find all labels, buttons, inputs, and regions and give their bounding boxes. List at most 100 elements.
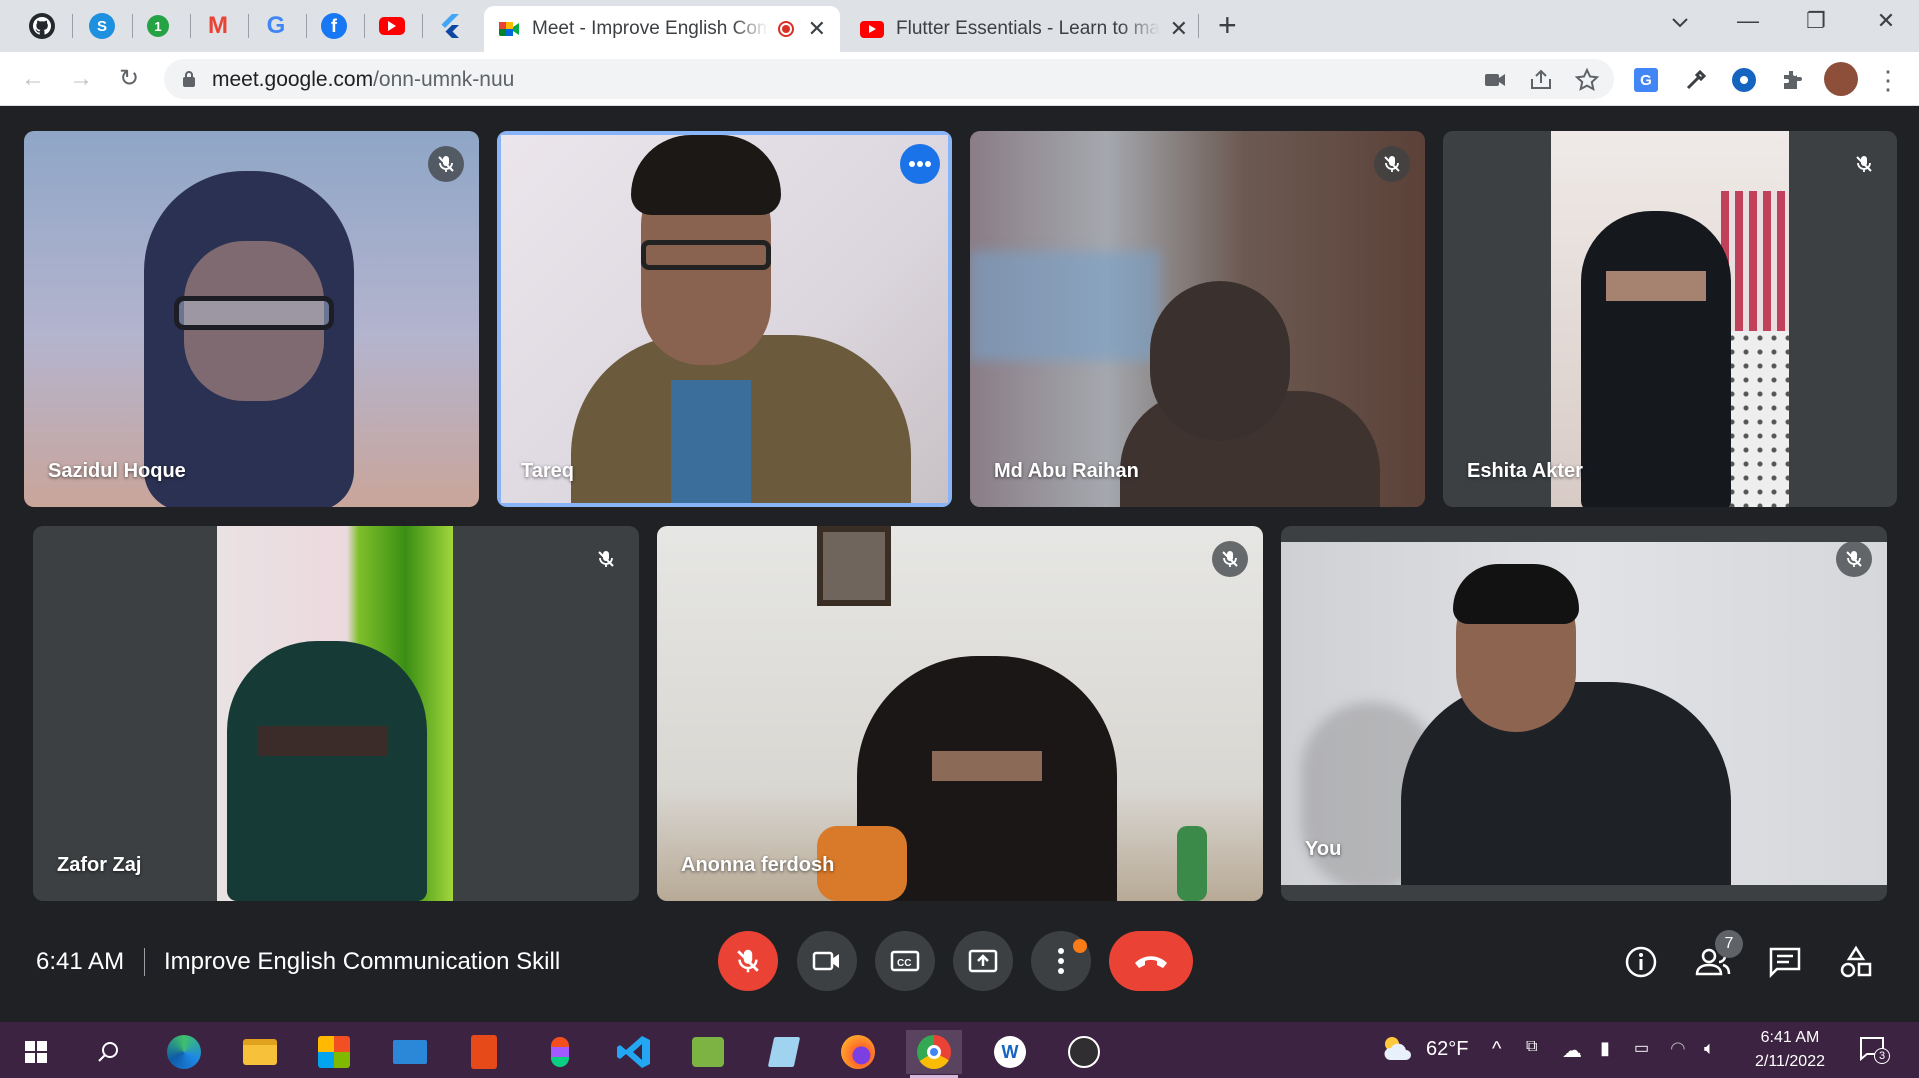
taskbar-word-app[interactable]: W	[982, 1030, 1038, 1074]
people-button[interactable]: 7	[1693, 930, 1743, 982]
present-to-all-icon	[968, 949, 998, 973]
notepad-icon	[767, 1037, 801, 1067]
share-icon[interactable]	[1528, 67, 1554, 93]
captions-button[interactable]: CC	[875, 931, 935, 991]
microphone-toggle-button[interactable]	[718, 931, 778, 991]
participant-tile-sazidul[interactable]: Sazidul Hoque	[24, 131, 479, 507]
tab-meet[interactable]: Meet - Improve English Communication Ski…	[484, 6, 840, 52]
svg-text:CC: CC	[897, 958, 911, 969]
taskbar-edge[interactable]	[156, 1030, 212, 1074]
video-feed	[1281, 542, 1887, 885]
microphone-in-use-icon[interactable]: ▮	[1600, 1038, 1610, 1059]
participant-tile-you[interactable]: You	[1281, 526, 1887, 901]
taskbar-firefox[interactable]	[830, 1030, 886, 1074]
weather-temperature[interactable]: 62°F	[1426, 1038, 1468, 1061]
participant-tile-md-abu-raihan[interactable]: Md Abu Raihan	[970, 131, 1425, 507]
taskbar-clock[interactable]: 6:41 AM 2/11/2022	[1730, 1026, 1850, 1074]
recording-indicator-icon	[777, 21, 794, 37]
pinned-tab-google[interactable]: G	[248, 8, 304, 44]
people-count-badge: 7	[1715, 930, 1743, 958]
pinned-tab-github[interactable]	[14, 8, 70, 44]
taskbar-office[interactable]	[456, 1030, 512, 1074]
volume-icon[interactable]: 🔈︎	[1704, 1038, 1715, 1059]
pinned-tab-gmail[interactable]: M	[190, 8, 246, 44]
pinned-tab-flutter[interactable]	[422, 8, 478, 44]
onedrive-cloud-icon[interactable]: ☁	[1562, 1038, 1582, 1063]
taskbar-chrome[interactable]	[906, 1030, 962, 1078]
activities-button[interactable]	[1836, 942, 1876, 982]
pinned-tab-facebook[interactable]: f	[306, 8, 362, 44]
pinned-tab-skype[interactable]: S	[74, 8, 130, 44]
pinned-tab-youtube[interactable]	[364, 8, 420, 44]
taskbar-file-explorer[interactable]	[232, 1030, 288, 1074]
url-host: meet.google.com	[212, 68, 374, 91]
forward-button[interactable]: →	[64, 62, 98, 96]
show-hidden-icons-chevron-icon[interactable]: ^	[1492, 1038, 1501, 1061]
leave-call-button[interactable]	[1109, 931, 1193, 991]
divider	[144, 948, 145, 976]
participant-name: Md Abu Raihan	[994, 460, 1139, 482]
bookmark-star-icon[interactable]	[1574, 67, 1600, 93]
color-picker-icon[interactable]	[1682, 66, 1710, 94]
new-tab-button[interactable]: +	[1218, 8, 1237, 42]
more-options-button[interactable]	[1031, 931, 1091, 991]
participant-name: You	[1305, 838, 1342, 860]
window-close-button[interactable]: ✕	[1866, 8, 1906, 34]
browser-tabstrip: S 1 M G f Meet - Improve English Communi…	[0, 0, 1919, 52]
mic-off-icon	[1374, 146, 1410, 182]
github-icon	[29, 13, 55, 39]
reload-button[interactable]: ↻	[112, 62, 146, 96]
more-options-icon[interactable]	[900, 144, 940, 184]
close-icon[interactable]: ✕	[1170, 16, 1188, 42]
present-screen-button[interactable]	[953, 931, 1013, 991]
back-button[interactable]: ←	[16, 62, 50, 96]
mail-icon	[393, 1040, 427, 1064]
lock-icon	[183, 71, 195, 87]
notification-center-icon[interactable]: 3	[1858, 1034, 1890, 1070]
extensions-puzzle-icon[interactable]	[1778, 66, 1806, 94]
menu-kebab-icon[interactable]: ⋮	[1874, 65, 1902, 95]
meet-now-icon[interactable]: ⧉	[1526, 1038, 1537, 1056]
taskbar-figma[interactable]	[532, 1030, 588, 1074]
tab-flutter-essentials[interactable]: Flutter Essentials - Learn to make ✕	[846, 6, 1202, 52]
meeting-details-button[interactable]	[1621, 942, 1661, 982]
taskbar-obs[interactable]	[1056, 1030, 1112, 1074]
participant-tile-anonna-ferdosh[interactable]: Anonna ferdosh	[657, 526, 1263, 901]
wifi-icon[interactable]: ◠	[1670, 1038, 1686, 1059]
screen-recorder-icon[interactable]	[1730, 66, 1758, 94]
whatsapp-icon: 1	[147, 15, 169, 37]
participant-name: Sazidul Hoque	[48, 460, 186, 482]
participant-tile-tareq[interactable]: Tareq	[497, 131, 952, 507]
battery-icon[interactable]: ▭	[1634, 1038, 1649, 1058]
address-bar[interactable]: meet.google.com/onn-umnk-nuu	[164, 59, 1614, 99]
taskbar-mail[interactable]	[382, 1030, 438, 1074]
windows-logo-icon	[25, 1041, 47, 1063]
weather-icon[interactable]	[1380, 1034, 1414, 1068]
taskbar-store[interactable]	[306, 1030, 362, 1074]
search-icon	[98, 1042, 118, 1062]
profile-avatar[interactable]	[1824, 62, 1858, 96]
close-icon[interactable]: ✕	[808, 16, 826, 42]
participant-name: Anonna ferdosh	[681, 854, 835, 876]
camera-in-use-icon[interactable]	[1482, 67, 1508, 93]
taskbar-android-studio[interactable]	[680, 1030, 736, 1074]
chat-button[interactable]	[1765, 942, 1805, 982]
taskbar-vscode[interactable]	[606, 1030, 662, 1074]
video-feed	[657, 526, 1263, 901]
start-button[interactable]	[8, 1030, 64, 1074]
minimize-button[interactable]: —	[1728, 8, 1768, 34]
browser-toolbar: ← → ↻ meet.google.com/onn-umnk-nuu G ⋮	[0, 52, 1919, 106]
tab-search-chevron-icon[interactable]	[1660, 8, 1700, 34]
meeting-clock: 6:41 AM	[36, 948, 125, 975]
pinned-tab-whatsapp[interactable]: 1	[130, 8, 186, 44]
participant-tile-zafor-zaj[interactable]: Zafor Zaj	[33, 526, 639, 901]
google-translate-icon[interactable]: G	[1632, 66, 1660, 94]
video-feed	[501, 135, 948, 503]
taskbar-notepad[interactable]	[756, 1030, 812, 1074]
participant-tile-eshita-akter[interactable]: Eshita Akter	[1443, 131, 1897, 507]
taskbar-search-button[interactable]	[80, 1030, 136, 1074]
restore-button[interactable]: ❐	[1796, 8, 1836, 34]
skype-icon: S	[89, 13, 115, 39]
facebook-icon: f	[321, 13, 347, 39]
camera-toggle-button[interactable]	[797, 931, 857, 991]
